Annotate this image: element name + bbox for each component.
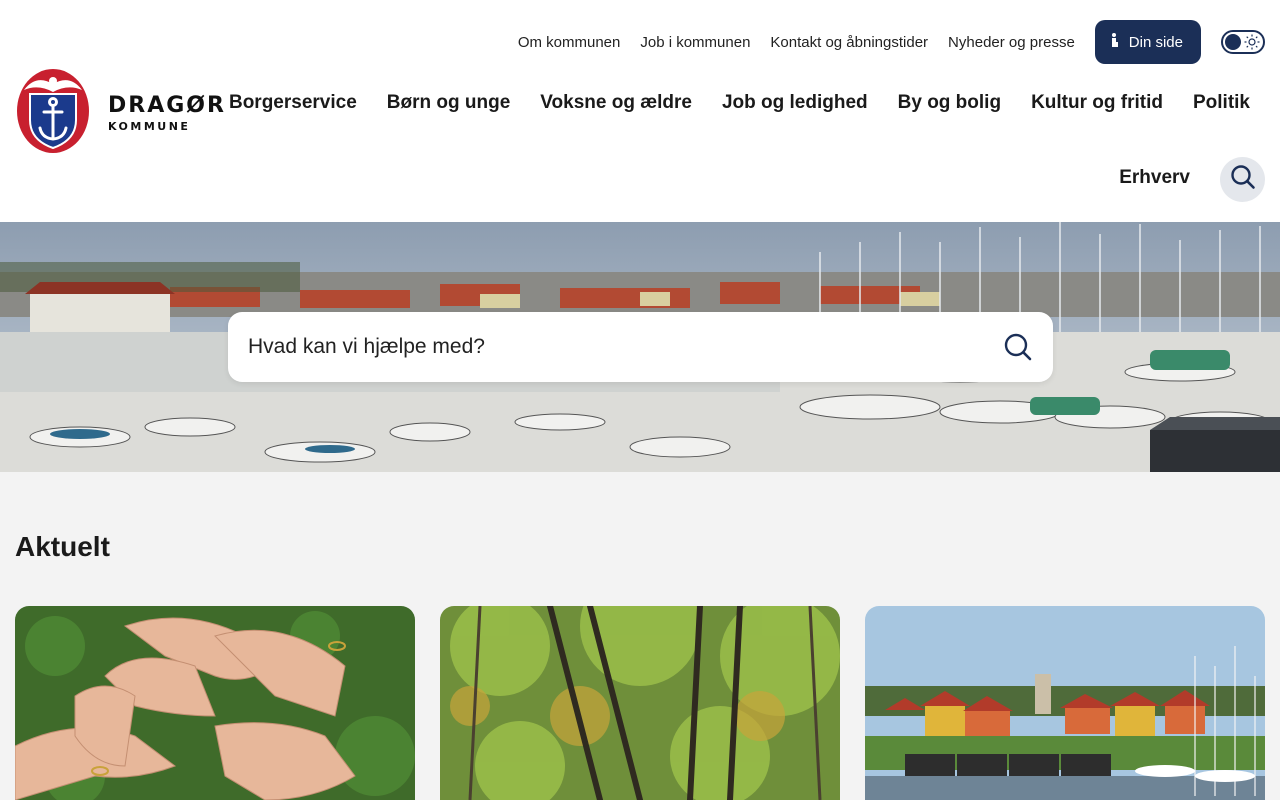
nav-by-og-bolig[interactable]: By og bolig [898,92,1001,114]
hero-search-input[interactable] [248,335,1003,359]
nav-borgerservice[interactable]: Borgerservice [229,92,357,114]
header-search-button[interactable] [1220,157,1265,202]
search-icon [1004,333,1032,361]
nav-erhverv[interactable]: Erhverv [1119,167,1190,189]
dragoer-harbor-photo [865,606,1265,800]
news-card-forest[interactable] [440,606,840,800]
news-card-hands[interactable] [15,606,415,800]
site-logo[interactable]: DRAGØR KOMMUNE [16,68,226,159]
nav-kultur-og-fritid[interactable]: Kultur og fritid [1031,92,1163,114]
logo-subtitle: KOMMUNE [108,120,191,133]
util-link-om-kommunen[interactable]: Om kommunen [518,34,621,51]
hero-search-button[interactable] [1003,332,1033,362]
logo-wordmark: DRAGØR KOMMUNE [108,93,226,133]
util-link-nyheder[interactable]: Nyheder og presse [948,34,1075,51]
nav-politik[interactable]: Politik [1193,92,1250,114]
coat-of-arms-icon [16,68,90,159]
search-icon [1230,164,1256,195]
main-nav: Borgerservice Børn og unge Voksne og æld… [229,92,1250,114]
site-header: Om kommunen Job i kommunen Kontakt og åb… [0,0,1280,222]
logo-name: DRAGØR [108,93,226,118]
util-link-job-i-kommunen[interactable]: Job i kommunen [640,34,750,51]
news-card-harbor[interactable] [865,606,1265,800]
toggle-knob [1225,34,1241,50]
hero-search-box [228,312,1053,382]
din-side-label: Din side [1128,33,1183,51]
nav-job-og-ledighed[interactable]: Job og ledighed [722,92,868,114]
forest-photo [440,606,840,800]
util-link-kontakt[interactable]: Kontakt og åbningstider [770,34,928,51]
person-icon [1111,33,1119,51]
nav-voksne-og-aeldre[interactable]: Voksne og ældre [540,92,692,114]
sun-icon [1243,33,1261,51]
hands-photo [15,606,415,800]
theme-toggle[interactable] [1221,30,1265,54]
din-side-button[interactable]: Din side [1094,20,1201,64]
hero-banner [0,222,1280,472]
nav-boern-og-unge[interactable]: Børn og unge [387,92,510,114]
aktuelt-heading: Aktuelt [15,531,110,562]
utility-nav: Om kommunen Job i kommunen Kontakt og åb… [518,20,1265,64]
